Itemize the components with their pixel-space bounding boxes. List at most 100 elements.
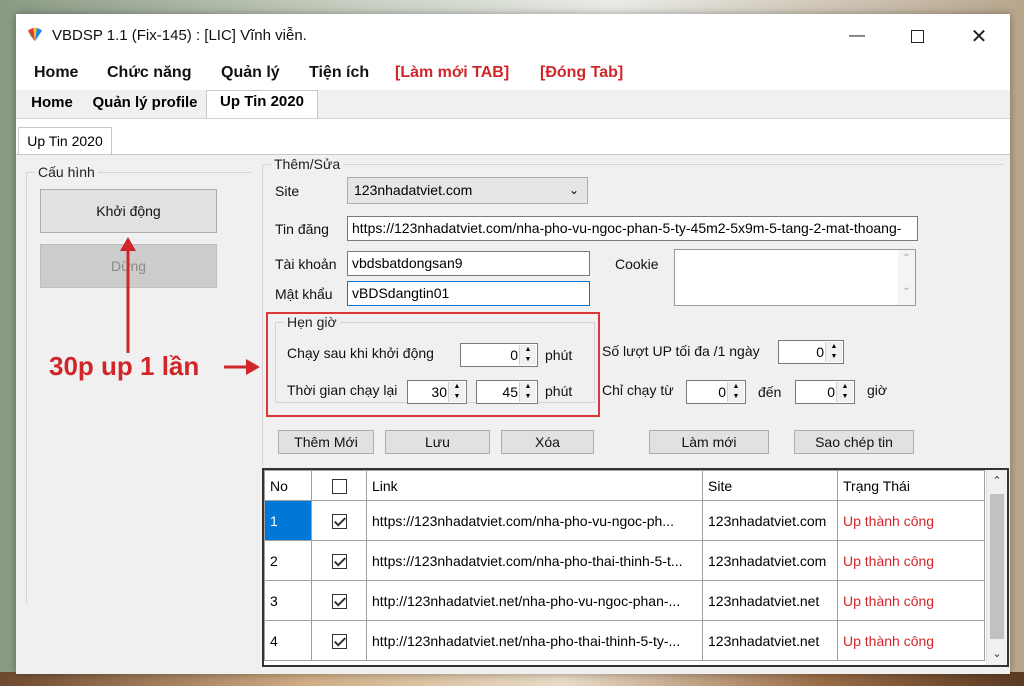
row-checkbox[interactable] xyxy=(331,593,347,609)
repeat-spinner-1[interactable]: 30 ▲ ▼ xyxy=(407,380,467,404)
spinner-arrows-icon[interactable]: ▲ ▼ xyxy=(825,342,842,362)
row-check-cell[interactable] xyxy=(311,500,367,541)
table-row[interactable]: 3 http://123nhadatviet.net/nha-pho-vu-ng… xyxy=(264,580,985,621)
scroll-thumb[interactable] xyxy=(990,494,1004,639)
annotation-right-arrow-icon xyxy=(224,359,260,375)
menu-close-tab[interactable]: [Đóng Tab] xyxy=(540,64,623,82)
table-scrollbar[interactable]: ⌃ ⌄ xyxy=(986,470,1007,665)
run-to-value: 0 xyxy=(827,384,835,400)
max-up-spinner[interactable]: 0 ▲ ▼ xyxy=(778,340,844,364)
config-group: Cấu hình xyxy=(26,164,251,603)
chevron-down-icon: ⌄ xyxy=(568,183,579,197)
row-site: 123nhadatviet.net xyxy=(702,580,838,621)
menu-utilities[interactable]: Tiện ích xyxy=(309,64,369,82)
delay-spinner[interactable]: 0 ▲ ▼ xyxy=(460,343,538,367)
subtab-up-tin-2020[interactable]: Up Tin 2020 xyxy=(18,127,112,155)
refresh-button[interactable]: Làm mới xyxy=(649,430,769,454)
post-label: Tin đăng xyxy=(275,221,329,237)
site-select[interactable]: 123nhadatviet.com ⌄ xyxy=(347,177,588,204)
tab-profile-management[interactable]: Quản lý profile xyxy=(86,92,204,116)
row-link: https://123nhadatviet.com/nha-pho-vu-ngo… xyxy=(366,500,703,541)
spinner-arrows-icon[interactable]: ▲ ▼ xyxy=(727,382,744,402)
col-site[interactable]: Site xyxy=(702,470,838,501)
row-check-cell[interactable] xyxy=(311,540,367,581)
select-all-checkbox[interactable] xyxy=(331,478,347,494)
row-site: 123nhadatviet.com xyxy=(702,540,838,581)
table-row[interactable]: 2 https://123nhadatviet.com/nha-pho-thai… xyxy=(264,540,985,581)
row-check-cell[interactable] xyxy=(311,580,367,621)
row-no: 2 xyxy=(264,540,312,581)
row-checkbox[interactable] xyxy=(331,513,347,529)
row-link: http://123nhadatviet.net/nha-pho-thai-th… xyxy=(366,620,703,661)
cookie-label: Cookie xyxy=(615,256,659,272)
window-title: VBDSP 1.1 (Fix-145) : [LIC] Vĩnh viễn. xyxy=(52,27,307,44)
cookie-scrollbar[interactable]: ⌃ ⌄ xyxy=(898,250,915,305)
col-select-all[interactable] xyxy=(311,470,367,501)
repeat-spinner-2[interactable]: 45 ▲ ▼ xyxy=(476,380,538,404)
account-label: Tài khoản xyxy=(275,256,337,272)
edit-group-title: Thêm/Sửa xyxy=(271,156,344,172)
maximize-icon[interactable] xyxy=(894,14,940,58)
tab-up-tin-2020[interactable]: Up Tin 2020 xyxy=(206,90,318,118)
col-status[interactable]: Trạng Thái xyxy=(837,470,985,501)
delete-button[interactable]: Xóa xyxy=(501,430,594,454)
copy-post-button[interactable]: Sao chép tin xyxy=(794,430,914,454)
run-to-spinner[interactable]: 0 ▲ ▼ xyxy=(795,380,855,404)
row-link: https://123nhadatviet.com/nha-pho-thai-t… xyxy=(366,540,703,581)
menu-manage[interactable]: Quản lý xyxy=(221,64,280,82)
delay-value: 0 xyxy=(510,347,518,363)
start-button[interactable]: Khởi động xyxy=(40,189,217,233)
tab-home[interactable]: Home xyxy=(20,92,84,116)
max-up-label: Số lượt UP tối đa /1 ngày xyxy=(602,343,760,359)
save-button[interactable]: Lưu xyxy=(385,430,490,454)
password-field[interactable]: vBDSdangtin01 xyxy=(347,281,590,306)
add-new-button[interactable]: Thêm Mới xyxy=(278,430,374,454)
row-site: 123nhadatviet.net xyxy=(702,620,838,661)
scroll-up-icon[interactable]: ⌃ xyxy=(987,470,1007,492)
main-tabs: Home Quản lý profile Up Tin 2020 xyxy=(16,90,1010,118)
posts-table: No Link Site Trạng Thái 1 https://123nha… xyxy=(262,468,1009,667)
col-no[interactable]: No xyxy=(264,470,312,501)
annotation-up-arrow-icon xyxy=(120,237,136,353)
delay-unit: phút xyxy=(545,347,573,363)
repeat-unit: phút xyxy=(545,383,573,399)
row-no: 1 xyxy=(264,500,312,541)
menu-functions[interactable]: Chức năng xyxy=(107,64,191,82)
row-site: 123nhadatviet.com xyxy=(702,500,838,541)
run-from-label: Chỉ chạy từ xyxy=(602,382,674,398)
max-up-value: 0 xyxy=(816,344,824,360)
spinner-arrows-icon[interactable]: ▲ ▼ xyxy=(519,382,536,402)
run-from-spinner[interactable]: 0 ▲ ▼ xyxy=(686,380,746,404)
cookie-textarea[interactable]: ⌃ ⌄ xyxy=(674,249,916,306)
minimize-icon[interactable]: — xyxy=(834,14,880,58)
repeat-value-1: 30 xyxy=(431,384,447,400)
row-status: Up thành công xyxy=(837,620,985,661)
row-link: http://123nhadatviet.net/nha-pho-vu-ngoc… xyxy=(366,580,703,621)
account-field[interactable]: vbdsbatdongsan9 xyxy=(347,251,590,276)
row-checkbox[interactable] xyxy=(331,633,347,649)
menu-refresh-tab[interactable]: [Làm mới TAB] xyxy=(395,64,509,82)
row-no: 4 xyxy=(264,620,312,661)
spinner-arrows-icon[interactable]: ▲ ▼ xyxy=(448,382,465,402)
row-status: Up thành công xyxy=(837,500,985,541)
row-status: Up thành công xyxy=(837,580,985,621)
run-from-value: 0 xyxy=(718,384,726,400)
repeat-value-2: 45 xyxy=(502,384,518,400)
table-row[interactable]: 4 http://123nhadatviet.net/nha-pho-thai-… xyxy=(264,620,985,661)
table-row[interactable]: 1 https://123nhadatviet.com/nha-pho-vu-n… xyxy=(264,500,985,541)
spinner-arrows-icon[interactable]: ▲ ▼ xyxy=(519,345,536,365)
title-bar: VBDSP 1.1 (Fix-145) : [LIC] Vĩnh viễn. —… xyxy=(16,14,1010,58)
site-label: Site xyxy=(275,183,300,199)
run-to-label: đến xyxy=(758,384,782,400)
close-icon[interactable]: ✕ xyxy=(956,14,1002,58)
post-url-field[interactable]: https://123nhadatviet.com/nha-pho-vu-ngo… xyxy=(347,216,918,241)
app-window: VBDSP 1.1 (Fix-145) : [LIC] Vĩnh viễn. —… xyxy=(16,14,1010,674)
row-checkbox[interactable] xyxy=(331,553,347,569)
spinner-arrows-icon[interactable]: ▲ ▼ xyxy=(836,382,853,402)
row-check-cell[interactable] xyxy=(311,620,367,661)
scroll-down-icon[interactable]: ⌄ xyxy=(987,643,1007,665)
menu-home[interactable]: Home xyxy=(34,64,78,82)
col-link[interactable]: Link xyxy=(366,470,703,501)
config-group-title: Cấu hình xyxy=(35,164,98,180)
row-status: Up thành công xyxy=(837,540,985,581)
